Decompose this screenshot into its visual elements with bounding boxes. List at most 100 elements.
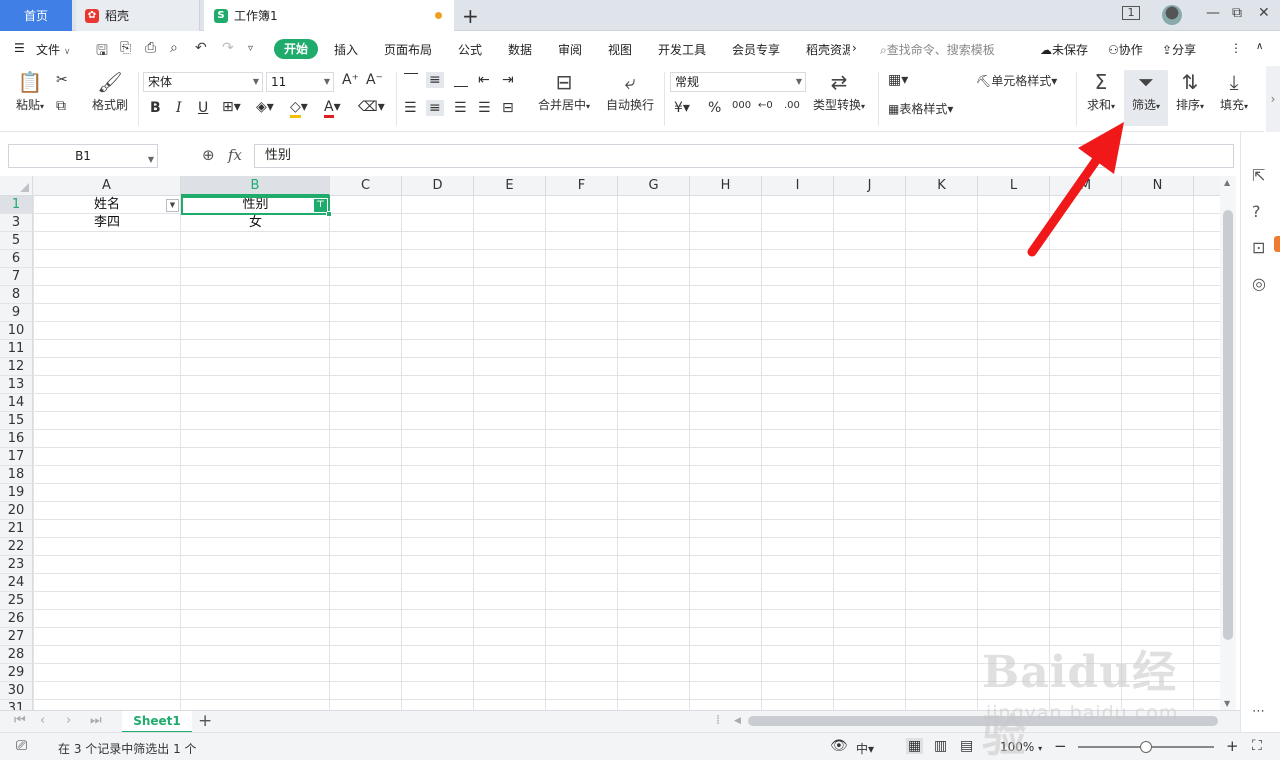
select-all-corner[interactable] bbox=[0, 176, 33, 196]
row-header-11[interactable]: 11 bbox=[0, 340, 33, 358]
wrap-text-button[interactable]: ⤶ 自动换行 bbox=[604, 70, 656, 113]
decrease-font-icon[interactable]: A⁻ bbox=[366, 72, 383, 88]
ribbon-scroll-right-icon[interactable]: › bbox=[1266, 66, 1280, 132]
align-center-icon[interactable]: ≡ bbox=[426, 100, 444, 116]
redo-icon[interactable]: ↷ bbox=[222, 40, 234, 56]
underline-icon[interactable]: U bbox=[198, 100, 208, 116]
user-avatar[interactable] bbox=[1162, 5, 1182, 25]
align-left-icon[interactable]: ☰ bbox=[404, 100, 417, 116]
menu-tab-view[interactable]: 视图 bbox=[608, 41, 632, 58]
increase-decimal-icon[interactable]: ←0 bbox=[758, 100, 773, 111]
menu-tab-member[interactable]: 会员专享 bbox=[732, 41, 780, 58]
column-header-j[interactable]: J bbox=[834, 176, 906, 196]
export-pdf-icon[interactable]: ⎘ bbox=[120, 40, 131, 56]
sidebar-more-icon[interactable]: ⋯ bbox=[1252, 704, 1265, 719]
format-painter-button[interactable]: 🖌 格式刷 bbox=[90, 70, 130, 113]
command-search[interactable]: ⌕查找命令、搜索模板 bbox=[880, 41, 995, 58]
tab-workbook[interactable]: S 工作簿1 bbox=[204, 0, 454, 31]
align-middle-icon[interactable]: ≡ bbox=[426, 72, 444, 88]
vertical-scrollbar[interactable]: ▲ ▼ bbox=[1220, 176, 1236, 710]
increase-font-icon[interactable]: A⁺ bbox=[342, 72, 359, 88]
side-notification-tab[interactable] bbox=[1274, 236, 1280, 252]
menu-tab-data[interactable]: 数据 bbox=[508, 41, 532, 58]
align-right-icon[interactable]: ☰ bbox=[454, 100, 467, 116]
first-sheet-icon[interactable]: ⏮ bbox=[14, 713, 26, 728]
name-box[interactable]: B1 ▼ bbox=[8, 144, 158, 168]
menu-tab-page-layout[interactable]: 页面布局 bbox=[384, 41, 432, 58]
quick-access-dropdown-icon[interactable]: ▿ bbox=[248, 43, 253, 54]
column-header-h[interactable]: H bbox=[690, 176, 762, 196]
column-header-a[interactable]: A bbox=[33, 176, 181, 196]
hamburger-icon[interactable]: ☰ bbox=[14, 41, 25, 55]
row-header-31[interactable]: 31 bbox=[0, 700, 33, 710]
sum-button[interactable]: Σ 求和▾ bbox=[1084, 70, 1118, 113]
row-header-6[interactable]: 6 bbox=[0, 250, 33, 268]
row-header-26[interactable]: 26 bbox=[0, 610, 33, 628]
currency-icon[interactable]: ¥▾ bbox=[674, 100, 690, 116]
cloud-unsaved-button[interactable]: ☁未保存 bbox=[1040, 41, 1088, 58]
print-icon[interactable]: ⎙ bbox=[145, 40, 156, 56]
column-header-e[interactable]: E bbox=[474, 176, 546, 196]
font-name-select[interactable]: 宋体 ▼ bbox=[143, 72, 263, 92]
increase-indent-icon[interactable]: ⇥ bbox=[502, 72, 514, 88]
table-style-button[interactable]: ▦表格样式▾ bbox=[888, 100, 953, 117]
collaborate-button[interactable]: ⚇协作 bbox=[1108, 41, 1143, 58]
row-header-20[interactable]: 20 bbox=[0, 502, 33, 520]
location-icon[interactable]: ◎ bbox=[1252, 274, 1266, 293]
column-header-n[interactable]: N bbox=[1122, 176, 1194, 196]
row-header-10[interactable]: 10 bbox=[0, 322, 33, 340]
row-header-9[interactable]: 9 bbox=[0, 304, 33, 322]
row-header-27[interactable]: 27 bbox=[0, 628, 33, 646]
row-header-3[interactable]: 3 bbox=[0, 214, 33, 232]
paste-button[interactable]: 📋 粘贴▾ bbox=[12, 70, 48, 113]
menu-tab-start[interactable]: 开始 bbox=[274, 39, 318, 59]
copy-icon[interactable]: ⧉ bbox=[56, 98, 66, 114]
column-header-b[interactable]: B bbox=[181, 176, 330, 196]
vertical-scroll-thumb[interactable] bbox=[1223, 210, 1233, 640]
border-icon[interactable]: ⊞▾ bbox=[222, 99, 241, 115]
print-preview-icon[interactable]: ⌕ bbox=[170, 40, 178, 56]
macro-record-icon[interactable]: ⎚ bbox=[16, 738, 27, 754]
close-icon[interactable]: ✕ bbox=[1258, 5, 1270, 21]
column-header-g[interactable]: G bbox=[618, 176, 690, 196]
row-header-22[interactable]: 22 bbox=[0, 538, 33, 556]
row-header-23[interactable]: 23 bbox=[0, 556, 33, 574]
fill-color-icon[interactable]: ◇▾ bbox=[290, 99, 308, 118]
last-sheet-icon[interactable]: ⏭ bbox=[90, 713, 102, 728]
row-header-16[interactable]: 16 bbox=[0, 430, 33, 448]
fill-pattern-icon[interactable]: ◈▾ bbox=[256, 99, 274, 115]
font-color-icon[interactable]: A▾ bbox=[324, 99, 341, 118]
menu-tab-developer[interactable]: 开发工具 bbox=[658, 41, 706, 58]
page-break-view-icon[interactable]: ▤ bbox=[960, 738, 973, 754]
minimize-icon[interactable]: — bbox=[1206, 5, 1220, 21]
row-header-21[interactable]: 21 bbox=[0, 520, 33, 538]
scroll-up-icon[interactable]: ▲ bbox=[1224, 178, 1230, 187]
save-icon[interactable]: 🖫 bbox=[96, 40, 108, 64]
font-size-select[interactable]: 11 ▼ bbox=[266, 72, 334, 92]
new-tab-plus-icon[interactable]: + bbox=[462, 4, 479, 28]
window-count-badge[interactable]: 1 bbox=[1122, 6, 1140, 20]
row-header-18[interactable]: 18 bbox=[0, 466, 33, 484]
menu-tab-formulas[interactable]: 公式 bbox=[458, 41, 482, 58]
menu-tab-insert[interactable]: 插入 bbox=[334, 41, 358, 58]
row-header-14[interactable]: 14 bbox=[0, 394, 33, 412]
row-header-1[interactable]: 1 bbox=[0, 196, 33, 214]
filter-button[interactable]: ⏷ 筛选▾ bbox=[1126, 70, 1166, 113]
scroll-left-icon[interactable]: ◀ bbox=[734, 716, 741, 726]
cell-a3[interactable]: 李四 bbox=[33, 214, 181, 232]
sheet-tab-sheet1[interactable]: Sheet1 bbox=[122, 711, 192, 733]
cell-b3[interactable]: 女 bbox=[181, 214, 330, 232]
row-header-19[interactable]: 19 bbox=[0, 484, 33, 502]
hscroll-splitter[interactable]: ⁞ bbox=[716, 713, 720, 728]
filter-active-icon[interactable]: ⊤ bbox=[314, 199, 327, 212]
input-method-button[interactable]: 中▾ bbox=[856, 740, 874, 757]
row-header-29[interactable]: 29 bbox=[0, 664, 33, 682]
number-format-select[interactable]: 常规 ▼ bbox=[670, 72, 806, 92]
cut-icon[interactable]: ✂ bbox=[56, 72, 68, 88]
cell-a1[interactable]: 姓名 bbox=[33, 196, 181, 214]
row-header-28[interactable]: 28 bbox=[0, 646, 33, 664]
next-sheet-icon[interactable]: › bbox=[66, 713, 71, 728]
align-bottom-icon[interactable]: ⎽ bbox=[454, 72, 468, 88]
thousands-separator-icon[interactable]: 000 bbox=[732, 100, 751, 111]
page-layout-view-icon[interactable]: ▥ bbox=[934, 738, 947, 754]
